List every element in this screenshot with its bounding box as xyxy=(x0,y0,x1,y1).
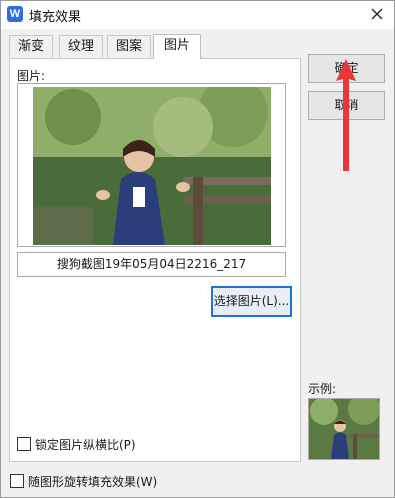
picture-filename: 搜狗截图19年05月04日2216_217 xyxy=(17,252,286,277)
rotate-fill-label: 随图形旋转填充效果(W) xyxy=(28,475,158,489)
example-preview-image xyxy=(309,399,379,459)
red-arrow-icon xyxy=(336,59,356,171)
tab-pattern[interactable]: 图案 xyxy=(107,35,151,58)
fill-effects-dialog: W 填充效果 渐变 纹理 图案 图片 图片: 搜狗截图19年05月04日2216… xyxy=(0,0,395,498)
example-label: 示例: xyxy=(308,382,337,396)
dialog-title: 填充效果 xyxy=(29,10,82,25)
wps-writer-icon: W xyxy=(7,6,23,22)
close-icon[interactable] xyxy=(368,5,386,23)
picture-preview-image xyxy=(33,87,271,245)
example-preview xyxy=(308,398,380,460)
picture-preview xyxy=(17,83,286,247)
lock-aspect-checkbox[interactable] xyxy=(17,437,31,451)
select-picture-button[interactable]: 选择图片(L)... xyxy=(211,286,292,317)
picture-label: 图片: xyxy=(17,69,46,83)
lock-aspect-label: 锁定图片纵横比(P) xyxy=(35,438,136,452)
rotate-fill-checkbox[interactable] xyxy=(10,474,24,488)
tab-gradient[interactable]: 渐变 xyxy=(9,35,53,58)
tab-picture[interactable]: 图片 xyxy=(153,34,201,59)
title-bar: W 填充效果 xyxy=(1,1,394,29)
tab-texture[interactable]: 纹理 xyxy=(59,35,103,58)
